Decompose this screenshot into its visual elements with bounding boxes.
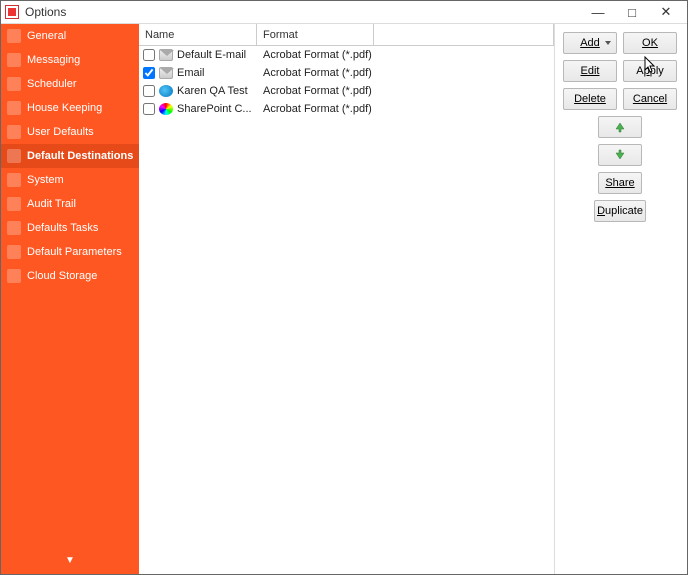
sidebar-item-label: Scheduler (27, 78, 77, 90)
defaulttasks-icon (7, 221, 21, 235)
table-row[interactable]: SharePoint C...Acrobat Format (*.pdf) (139, 100, 554, 118)
move-down-button[interactable] (598, 144, 642, 166)
ok-button[interactable]: OK (623, 32, 677, 54)
row-name-label: Default E-mail (177, 49, 257, 61)
sidebar: General Messaging Scheduler House Keeping Us… (1, 24, 139, 574)
sidebar-item-label: House Keeping (27, 102, 102, 114)
cell-name: Email (139, 67, 257, 79)
button-column: Add OK Edit Apply Delete Cancel (555, 24, 687, 574)
sidebar-item-general[interactable]: General (1, 24, 139, 48)
titlebar: Options — □ ✕ (1, 1, 687, 24)
list-header: Name Format (139, 24, 554, 46)
mail-icon (159, 49, 173, 61)
arrow-up-icon (614, 121, 626, 133)
cell-format: Acrobat Format (*.pdf) (257, 85, 374, 97)
sidebar-item-audit-trail[interactable]: Audit Trail (1, 192, 139, 216)
delete-button[interactable]: Delete (563, 88, 617, 110)
window-title: Options (25, 5, 581, 19)
row-checkbox[interactable] (143, 67, 155, 79)
column-header-name[interactable]: Name (139, 24, 257, 45)
housekeeping-icon (7, 101, 21, 115)
mail-icon (159, 67, 173, 79)
row-name-label: Email (177, 67, 257, 79)
sidebar-item-label: Audit Trail (27, 198, 76, 210)
sidebar-item-label: Default Destinations (27, 150, 133, 162)
row-checkbox[interactable] (143, 103, 155, 115)
sidebar-item-label: Defaults Tasks (27, 222, 98, 234)
share-button[interactable]: Share (598, 172, 642, 194)
sidebar-item-cloud-storage[interactable]: Cloud Storage (1, 264, 139, 288)
table-row[interactable]: EmailAcrobat Format (*.pdf) (139, 64, 554, 82)
destinations-list: Name Format Default E-mailAcrobat Format… (139, 24, 555, 574)
table-row[interactable]: Default E-mailAcrobat Format (*.pdf) (139, 46, 554, 64)
arrow-down-icon (614, 149, 626, 161)
sidebar-item-label: General (27, 30, 66, 42)
audittrail-icon (7, 197, 21, 211)
sidebar-item-messaging[interactable]: Messaging (1, 48, 139, 72)
destinations-icon (7, 149, 21, 163)
close-button[interactable]: ✕ (649, 1, 683, 23)
sidebar-item-label: Cloud Storage (27, 270, 97, 282)
cancel-button[interactable]: Cancel (623, 88, 677, 110)
list-body: Default E-mailAcrobat Format (*.pdf)Emai… (139, 46, 554, 574)
sidebar-item-scheduler[interactable]: Scheduler (1, 72, 139, 96)
sidebar-spacer (1, 288, 139, 551)
minimize-button[interactable]: — (581, 1, 615, 23)
cell-name: SharePoint C... (139, 103, 257, 115)
defaultparams-icon (7, 245, 21, 259)
sidebar-item-default-destinations[interactable]: Default Destinations (1, 144, 139, 168)
general-icon (7, 29, 21, 43)
messaging-icon (7, 53, 21, 67)
row-name-label: SharePoint C... (177, 103, 257, 115)
column-header-spacer (374, 24, 554, 45)
sidebar-item-user-defaults[interactable]: User Defaults (1, 120, 139, 144)
move-up-button[interactable] (598, 116, 642, 138)
sidebar-item-default-parameters[interactable]: Default Parameters (1, 240, 139, 264)
row-checkbox[interactable] (143, 85, 155, 97)
sidebar-item-system[interactable]: System (1, 168, 139, 192)
row-name-label: Karen QA Test (177, 85, 257, 97)
app-icon (5, 5, 19, 19)
row-checkbox[interactable] (143, 49, 155, 61)
cell-name: Karen QA Test (139, 85, 257, 97)
cloudstorage-icon (7, 269, 21, 283)
userdefaults-icon (7, 125, 21, 139)
cell-format: Acrobat Format (*.pdf) (257, 103, 374, 115)
duplicate-button[interactable]: Duplicate (594, 200, 646, 222)
sidebar-expand-caret[interactable]: ▼ (1, 551, 139, 574)
sidebar-item-label: System (27, 174, 64, 186)
add-button[interactable]: Add (563, 32, 617, 54)
sidebar-item-defaults-tasks[interactable]: Defaults Tasks (1, 216, 139, 240)
column-header-format[interactable]: Format (257, 24, 374, 45)
scheduler-icon (7, 77, 21, 91)
content-row: Name Format Default E-mailAcrobat Format… (139, 24, 687, 574)
sidebar-item-house-keeping[interactable]: House Keeping (1, 96, 139, 120)
sidebar-item-label: Default Parameters (27, 246, 122, 258)
cell-name: Default E-mail (139, 49, 257, 61)
system-icon (7, 173, 21, 187)
window-controls: — □ ✕ (581, 1, 683, 23)
sidebar-item-label: User Defaults (27, 126, 94, 138)
cell-format: Acrobat Format (*.pdf) (257, 67, 374, 79)
sidebar-item-label: Messaging (27, 54, 80, 66)
options-window: Options — □ ✕ General Messaging Scheduler H… (0, 0, 688, 575)
main-panel: Name Format Default E-mailAcrobat Format… (139, 24, 687, 574)
window-body: General Messaging Scheduler House Keeping Us… (1, 24, 687, 574)
sharepoint-icon (159, 103, 173, 115)
table-row[interactable]: Karen QA TestAcrobat Format (*.pdf) (139, 82, 554, 100)
apply-button[interactable]: Apply (623, 60, 677, 82)
maximize-button[interactable]: □ (615, 1, 649, 23)
globe-icon (159, 85, 173, 97)
edit-button[interactable]: Edit (563, 60, 617, 82)
cell-format: Acrobat Format (*.pdf) (257, 49, 374, 61)
